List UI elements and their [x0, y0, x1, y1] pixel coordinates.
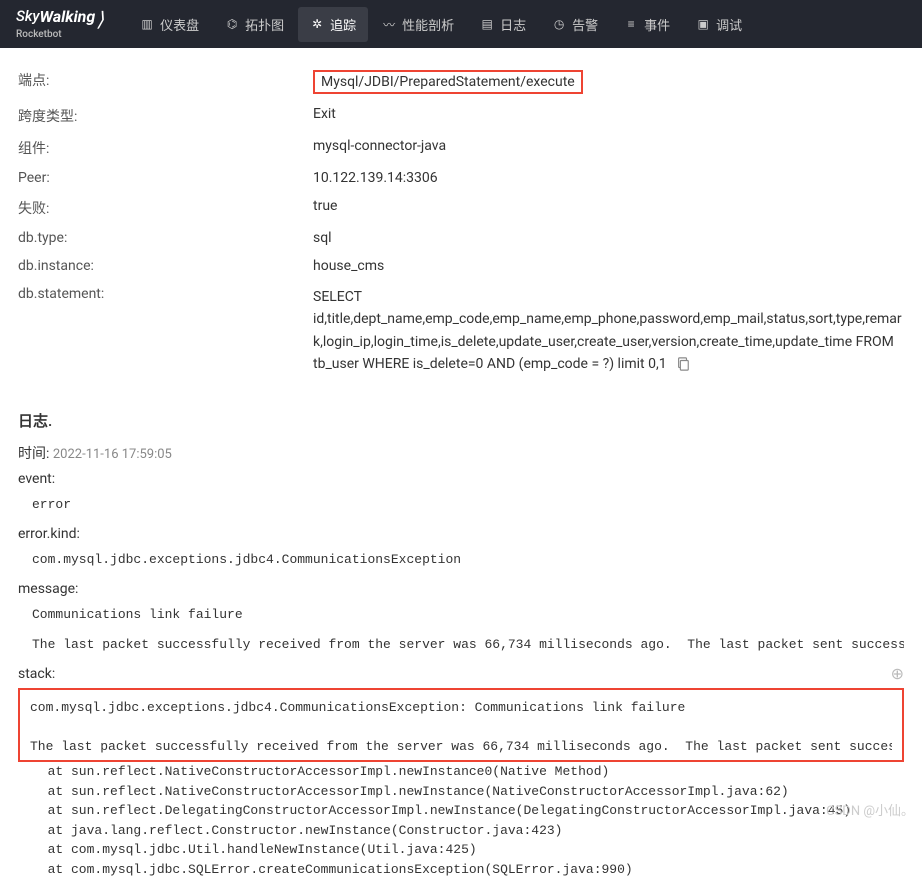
row-dbtype: db.type: sql	[18, 224, 904, 252]
label-dbinstance: db.instance:	[18, 258, 313, 274]
label-stack: stack: ⊕	[18, 666, 904, 682]
watermark: CSDN @小仙。	[826, 800, 914, 819]
stack-line: at sun.reflect.NativeConstructorAccessor…	[18, 762, 904, 782]
value-peer: 10.122.139.14:3306	[313, 170, 904, 186]
alarm-icon: ◷	[552, 17, 566, 31]
label-errorkind: error.kind:	[18, 526, 904, 542]
dashboard-icon: ▥	[140, 17, 154, 31]
value-event: error	[18, 491, 904, 518]
event-icon: ≡	[624, 17, 638, 31]
nav-dashboard[interactable]: ▥ 仪表盘	[128, 7, 211, 42]
nav-event[interactable]: ≡ 事件	[612, 7, 682, 42]
row-dbinstance: db.instance: house_cms	[18, 252, 904, 280]
stack-line: com.mysql.jdbc.exceptions.jdbc4.Communic…	[30, 698, 892, 718]
value-message: Communications link failure The last pac…	[18, 601, 904, 658]
value-dbstatement: SELECT id,title,dept_name,emp_code,emp_n…	[313, 286, 904, 376]
nav: ▥仪表盘⌬拓扑图✲追踪〰性能剖析▤日志◷告警≡事件▣调试	[128, 7, 754, 42]
nav-alarm[interactable]: ◷ 告警	[540, 7, 610, 42]
logo[interactable]: SkyWalking⟩ Rocketbot	[16, 9, 104, 40]
label-dbtype: db.type:	[18, 230, 313, 246]
label-dbstatement: db.statement:	[18, 286, 313, 376]
expand-icon[interactable]: ⊕	[891, 664, 904, 683]
label-spantype: 跨度类型:	[18, 106, 313, 126]
nav-debug[interactable]: ▣ 调试	[684, 7, 754, 42]
row-component: 组件: mysql-connector-java	[18, 132, 904, 164]
value-spantype: Exit	[313, 106, 904, 126]
nav-profile[interactable]: 〰性能剖析	[370, 7, 466, 42]
row-failed: 失败: true	[18, 192, 904, 224]
content: 端点: Mysql/JDBI/PreparedStatement/execute…	[0, 48, 922, 895]
stack-line: at com.mysql.jdbc.Util.handleNewInstance…	[18, 840, 904, 860]
row-endpoint: 端点: Mysql/JDBI/PreparedStatement/execute	[18, 64, 904, 100]
label-component: 组件:	[18, 138, 313, 158]
nav-label: 性能剖析	[402, 15, 454, 34]
label-endpoint: 端点:	[18, 70, 313, 94]
nav-label: 追踪	[330, 15, 356, 34]
row-dbstatement: db.statement: SELECT id,title,dept_name,…	[18, 280, 904, 382]
value-dbtype: sql	[313, 230, 904, 246]
value-errorkind: com.mysql.jdbc.exceptions.jdbc4.Communic…	[18, 546, 904, 573]
nav-label: 告警	[572, 15, 598, 34]
label-message: message:	[18, 581, 904, 597]
value-failed: true	[313, 198, 904, 218]
stack-rest: at sun.reflect.NativeConstructorAccessor…	[18, 762, 904, 879]
nav-label: 拓扑图	[245, 15, 284, 34]
nav-trace[interactable]: ✲ 追踪	[298, 7, 368, 42]
profile-icon: 〰	[382, 17, 396, 31]
topbar: SkyWalking⟩ Rocketbot ▥仪表盘⌬拓扑图✲追踪〰性能剖析▤日…	[0, 0, 922, 48]
copy-icon[interactable]	[676, 357, 690, 371]
stack-line: at sun.reflect.NativeConstructorAccessor…	[18, 782, 904, 802]
nav-label: 事件	[644, 15, 670, 34]
value-component: mysql-connector-java	[313, 138, 904, 158]
value-endpoint: Mysql/JDBI/PreparedStatement/execute	[313, 70, 583, 94]
label-event: event:	[18, 471, 904, 487]
debug-icon: ▣	[696, 17, 710, 31]
log-time: 时间: 2022-11-16 17:59:05	[18, 443, 904, 463]
nav-topology[interactable]: ⌬ 拓扑图	[213, 7, 296, 42]
trace-icon: ✲	[310, 17, 324, 31]
label-failed: 失败:	[18, 198, 313, 218]
value-dbinstance: house_cms	[313, 258, 904, 274]
row-peer: Peer: 10.122.139.14:3306	[18, 164, 904, 192]
stack-line: The last packet successfully received fr…	[30, 737, 892, 757]
nav-label: 调试	[716, 15, 742, 34]
nav-label: 仪表盘	[160, 15, 199, 34]
log-icon: ▤	[480, 17, 494, 31]
stack-line: at sun.reflect.DelegatingConstructorAcce…	[18, 801, 904, 821]
stack-line: at java.lang.reflect.Constructor.newInst…	[18, 821, 904, 841]
row-spantype: 跨度类型: Exit	[18, 100, 904, 132]
nav-log[interactable]: ▤ 日志	[468, 7, 538, 42]
stack-line	[30, 717, 892, 737]
stack-line: at com.mysql.jdbc.SQLError.createCommuni…	[18, 860, 904, 880]
topology-icon: ⌬	[225, 17, 239, 31]
stack-box: com.mysql.jdbc.exceptions.jdbc4.Communic…	[18, 688, 904, 763]
log-title: 日志.	[18, 410, 904, 431]
nav-label: 日志	[500, 15, 526, 34]
label-peer: Peer:	[18, 170, 313, 186]
